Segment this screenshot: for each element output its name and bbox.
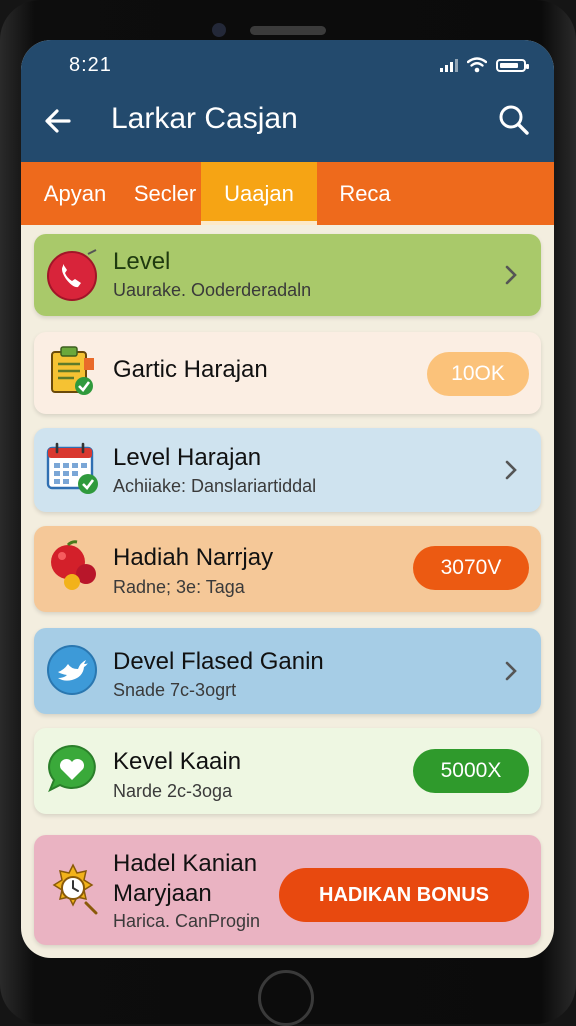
card-title: Hadiah Narrjay bbox=[113, 544, 274, 571]
earpiece-speaker bbox=[250, 26, 326, 35]
card-subtitle: Narde 2c-3oga bbox=[113, 781, 233, 801]
calendar-check-icon bbox=[46, 442, 98, 494]
card-subtitle: Harica. CanProgin bbox=[113, 911, 261, 931]
search-icon[interactable] bbox=[498, 104, 530, 136]
status-icons bbox=[440, 57, 529, 73]
list-item-devel-flased-ganin[interactable]: Devel Flased Ganin Snade 7c-3ogrt bbox=[34, 628, 541, 714]
stopwatch-icon bbox=[52, 863, 98, 915]
card-subtitle: Uaurake. Ooderderadaln bbox=[113, 280, 312, 300]
back-arrow-icon[interactable] bbox=[43, 106, 73, 136]
tab-bar: Apyan Secler Uaajan Reca bbox=[21, 162, 554, 225]
card-title: Kevel Kaain bbox=[113, 748, 242, 775]
chevron-right-icon bbox=[505, 265, 517, 285]
tab-apyan[interactable]: Apyan bbox=[21, 162, 129, 225]
chat-heart-icon bbox=[48, 744, 96, 793]
card-title: Hadel Kanian Maryjaan bbox=[113, 850, 258, 907]
list-item-hadel-kanian-maryjaan[interactable]: Hadel Kanian Maryjaan Harica. CanProgin … bbox=[34, 835, 541, 945]
card-title: Gartic Harajan bbox=[113, 356, 268, 383]
card-subtitle: Radne; 3e: Taga bbox=[113, 577, 245, 597]
list-item-level[interactable]: Level Uaurake. Ooderderadaln bbox=[34, 234, 541, 316]
app-header: 8:21 Larkar Casjan bbox=[21, 40, 554, 162]
battery-icon bbox=[496, 58, 529, 72]
clipboard-check-icon bbox=[51, 346, 94, 395]
fruit-icon bbox=[51, 540, 96, 590]
card-subtitle: Snade 7c-3ogrt bbox=[113, 680, 237, 700]
tab-secler[interactable]: Secler bbox=[129, 162, 201, 225]
front-camera bbox=[212, 23, 226, 37]
card-title: Devel Flased Ganin bbox=[113, 648, 324, 675]
card-title: Level Harajan bbox=[113, 444, 262, 471]
bird-icon bbox=[47, 645, 97, 695]
status-time: 8:21 bbox=[69, 54, 112, 76]
wifi-icon bbox=[467, 57, 487, 73]
page-title: Larkar Casjan bbox=[111, 102, 298, 135]
list-item-gartic-harajan[interactable]: Gartic Harajan 10OK bbox=[34, 332, 541, 414]
badge-count: 10OK bbox=[427, 352, 529, 396]
badge-count: 5000X bbox=[413, 749, 529, 793]
tab-uaajan[interactable]: Uaajan bbox=[201, 162, 317, 225]
phone-icon bbox=[47, 249, 97, 301]
chevron-right-icon bbox=[505, 460, 517, 480]
card-title: Level bbox=[113, 248, 171, 275]
card-subtitle: Achiiake: Danslariartiddal bbox=[113, 476, 317, 496]
app-screen: 8:21 Larkar Casjan Apyan Secler Uaajan R… bbox=[21, 40, 554, 958]
badge-count: 3070V bbox=[413, 546, 529, 590]
bonus-button[interactable]: HADIKAN BONUS bbox=[279, 868, 529, 922]
list-item-level-harajan[interactable]: Level Harajan Achiiake: Danslariartiddal bbox=[34, 428, 541, 512]
signal-icon bbox=[440, 58, 458, 72]
phone-frame: 8:21 Larkar Casjan Apyan Secler Uaajan R… bbox=[0, 0, 576, 1026]
list-item-hadiah-narrjay[interactable]: Hadiah Narrjay Radne; 3e: Taga 3070V bbox=[34, 526, 541, 612]
home-button[interactable] bbox=[258, 970, 314, 1026]
chevron-right-icon bbox=[505, 661, 517, 681]
list-item-kevel-kaain[interactable]: Kevel Kaain Narde 2c-3oga 5000X bbox=[34, 728, 541, 814]
tab-reca[interactable]: Reca bbox=[317, 162, 413, 225]
